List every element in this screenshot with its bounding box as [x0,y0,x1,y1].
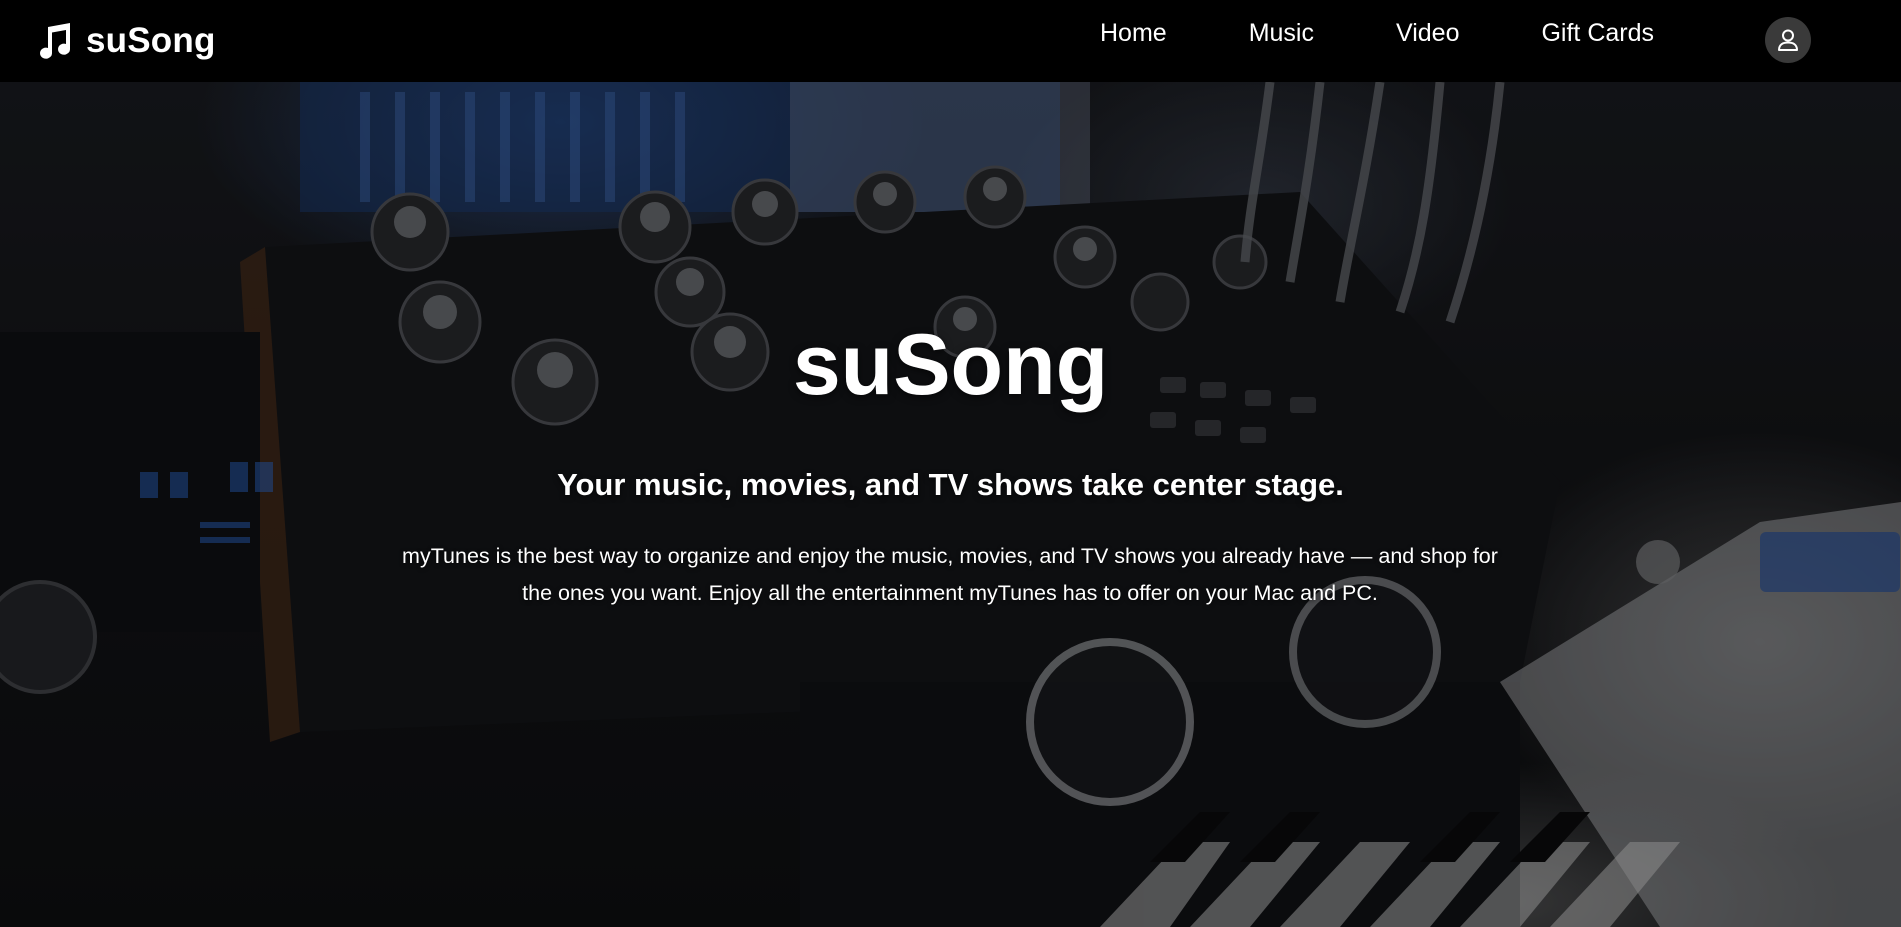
nav-video-link[interactable]: Video [1396,19,1460,48]
user-icon [1778,29,1798,51]
hero-dark-overlay [0,82,1901,927]
top-navigation-bar: suSong Home Music Video Gift Cards [0,0,1901,82]
account-button[interactable] [1765,17,1811,63]
brand-name: suSong [86,21,216,60]
hero-description: myTunes is the best way to organize and … [402,544,1498,605]
hero-title: suSong [792,317,1109,413]
nav-home-link[interactable]: Home [1100,19,1167,48]
brand-logo-link[interactable]: suSong [32,16,216,66]
hero-section: suSong Your music, movies, and TV shows … [0,82,1901,927]
hero-subtitle: Your music, movies, and TV shows take ce… [557,467,1344,502]
music-note-icon [40,23,71,59]
nav-music-link[interactable]: Music [1249,19,1314,48]
nav-gift-cards-link[interactable]: Gift Cards [1541,19,1654,48]
main-nav: Home Music Video Gift Cards [1100,16,1654,50]
